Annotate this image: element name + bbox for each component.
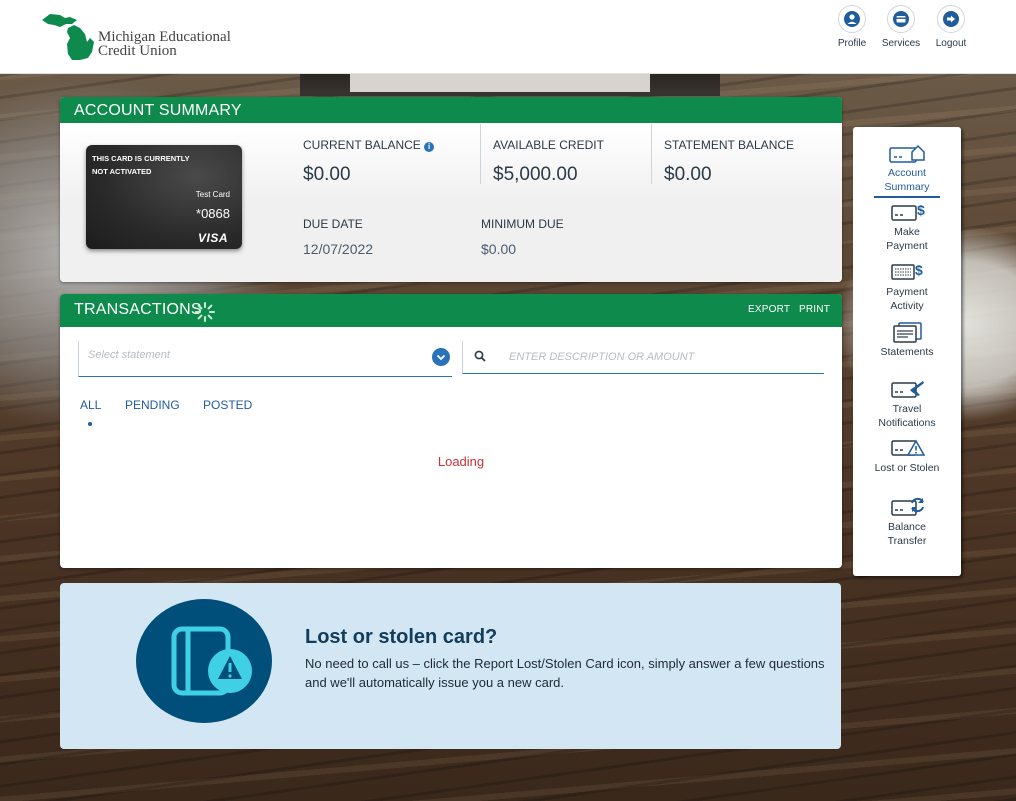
nav-label-line: Transfer xyxy=(887,535,927,547)
make-payment-icon: $ xyxy=(891,202,925,221)
card-number: *0868 xyxy=(196,206,230,221)
nav-label-line: Payment xyxy=(886,286,928,298)
nav-lost-or-stolen-label: Lost or Stolen xyxy=(853,461,961,475)
active-nav-underline xyxy=(874,196,940,198)
nav-label-line: Make xyxy=(894,226,920,238)
divider xyxy=(651,124,652,184)
nav-label-line: Statements xyxy=(880,346,934,358)
brand-name-line2: Credit Union xyxy=(98,43,177,59)
statement-balance-label: STATEMENT BALANCE xyxy=(664,138,795,152)
chevron-down-icon[interactable] xyxy=(432,348,450,366)
export-link[interactable]: EXPORT xyxy=(748,304,790,315)
lost-or-stolen-icon xyxy=(891,439,926,456)
current-balance-label-text: CURRENT BALANCE xyxy=(303,138,421,152)
card-name: Test Card xyxy=(195,190,230,199)
transactions-actions: EXPORT PRINT xyxy=(742,294,830,325)
transaction-search[interactable] xyxy=(462,341,824,374)
nav-travel-notifications-label: Travel Notifications xyxy=(853,402,961,430)
card-status-line1: THIS CARD IS CURRENTLY xyxy=(92,154,190,163)
background-frame xyxy=(300,74,720,96)
lost-card-warning-icon xyxy=(171,626,252,696)
nav-label-line: Payment xyxy=(886,240,928,252)
transactions-title: TRANSACTIONS xyxy=(74,301,202,318)
visa-logo: VISA xyxy=(197,231,228,245)
svg-text:$: $ xyxy=(915,262,923,278)
promo-text: No need to call us – click the Report Lo… xyxy=(305,656,825,690)
nav-label-line: Travel xyxy=(892,403,922,415)
current-balance-value: $0.00 xyxy=(303,164,351,185)
payment-activity-icon: $ xyxy=(891,262,923,280)
profile-label: Profile xyxy=(837,38,867,49)
nav-label-line: Lost or Stolen xyxy=(874,462,940,474)
profile-button[interactable]: Profile xyxy=(827,5,877,49)
transactions-header: TRANSACTIONS EXPORT PRINT xyxy=(60,294,842,327)
loading-spinner-icon xyxy=(195,302,215,322)
available-credit-value: $5,000.00 xyxy=(493,164,578,185)
tab-pending[interactable]: PENDING xyxy=(125,398,180,412)
promo-title: Lost or stolen card? xyxy=(305,626,498,648)
nav-label-line: Notifications xyxy=(878,417,936,429)
card-status: THIS CARD IS CURRENTLY NOT ACTIVATED xyxy=(92,152,212,178)
travel-notifications-icon xyxy=(891,381,924,398)
brand-name: Michigan Educational Credit Union xyxy=(98,29,231,59)
loading-text: Loading xyxy=(437,454,485,469)
due-date-value: 12/07/2022 xyxy=(303,241,374,257)
due-date-label: DUE DATE xyxy=(303,217,363,231)
nav-make-payment-label: Make Payment xyxy=(853,225,961,253)
nav-statements[interactable]: Statements xyxy=(853,321,961,359)
nav-label-line: Account xyxy=(888,167,926,179)
nav-payment-activity[interactable]: $ Payment Activity xyxy=(853,261,961,313)
minimum-due-value: $0.00 xyxy=(481,241,517,257)
balance-transfer-icon xyxy=(891,497,924,516)
nav-make-payment[interactable]: $ Make Payment xyxy=(853,201,961,253)
transactions-panel: TRANSACTIONS EXPORT PRINT Select stateme… xyxy=(60,294,842,568)
card-status-line2: NOT ACTIVATED xyxy=(92,167,152,176)
search-input[interactable] xyxy=(509,347,809,367)
account-summary-panel: ACCOUNT SUMMARY THIS CARD IS CURRENTLY N… xyxy=(60,97,842,282)
logout-button[interactable]: Logout xyxy=(926,5,976,49)
lost-stolen-promo-banner: Lost or stolen card? No need to call us … xyxy=(60,583,841,749)
account-summary-icon xyxy=(889,144,925,163)
statement-select-placeholder: Select statement xyxy=(88,349,170,361)
available-credit-label: AVAILABLE CREDIT xyxy=(493,138,604,152)
nav-payment-activity-label: Payment Activity xyxy=(853,285,961,313)
nav-travel-notifications[interactable]: Travel Notifications xyxy=(853,378,961,430)
nav-balance-transfer[interactable]: Balance Transfer xyxy=(853,496,961,548)
account-summary-title: ACCOUNT SUMMARY xyxy=(60,97,842,123)
statement-select[interactable]: Select statement xyxy=(78,341,452,377)
nav-account-summary[interactable]: Account Summary xyxy=(853,142,961,198)
brand-logo[interactable]: Michigan Educational Credit Union xyxy=(40,12,240,62)
divider xyxy=(480,124,481,184)
statements-icon xyxy=(893,322,922,343)
nav-lost-or-stolen[interactable]: Lost or Stolen xyxy=(853,437,961,475)
promo-circle xyxy=(136,599,272,723)
current-balance-label: CURRENT BALANCE i xyxy=(303,138,435,152)
services-button[interactable]: Services xyxy=(876,5,926,49)
statement-balance-value: $0.00 xyxy=(664,164,712,185)
services-label: Services xyxy=(881,38,921,49)
tab-all[interactable]: ALL xyxy=(80,398,101,412)
profile-icon xyxy=(838,5,866,33)
brand-name-line1: Michigan Educational xyxy=(98,29,231,45)
svg-text:$: $ xyxy=(917,202,925,218)
logout-icon xyxy=(937,5,965,33)
services-icon xyxy=(887,5,915,33)
nav-account-summary-label: Account Summary xyxy=(853,166,961,194)
minimum-due-label: MINIMUM DUE xyxy=(481,217,564,231)
info-icon[interactable]: i xyxy=(424,142,435,152)
logout-label: Logout xyxy=(935,38,967,49)
michigan-map-icon xyxy=(42,14,94,60)
search-icon xyxy=(474,350,486,362)
tab-posted[interactable]: POSTED xyxy=(203,398,252,412)
active-tab-indicator xyxy=(88,422,92,426)
nav-label-line: Balance xyxy=(888,521,926,533)
nav-label-line: Activity xyxy=(890,300,924,312)
nav-label-line: Summary xyxy=(884,181,930,193)
nav-balance-transfer-label: Balance Transfer xyxy=(853,520,961,548)
credit-card-image[interactable]: THIS CARD IS CURRENTLY NOT ACTIVATED Tes… xyxy=(86,145,242,249)
top-header: Michigan Educational Credit Union Profil… xyxy=(0,0,1016,74)
nav-statements-label: Statements xyxy=(853,345,961,359)
side-navigation: Account Summary $ Make Payment $ Payment… xyxy=(853,127,961,576)
print-link[interactable]: PRINT xyxy=(799,304,830,315)
